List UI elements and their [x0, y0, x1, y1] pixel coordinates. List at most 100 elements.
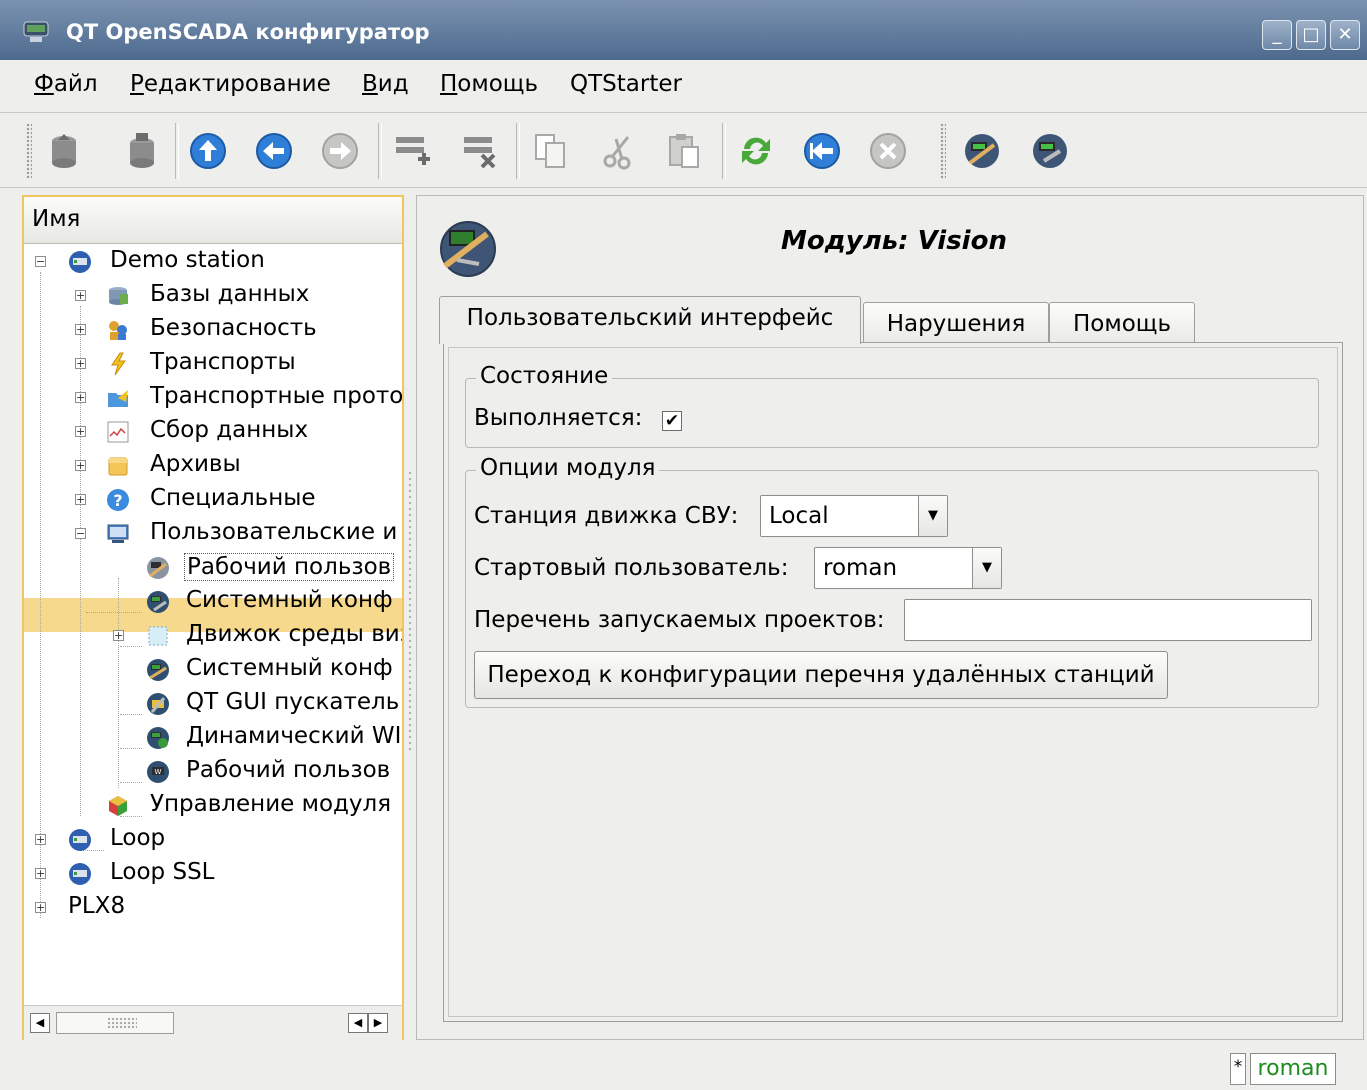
state-group-title: Состояние	[476, 363, 613, 389]
paste-icon[interactable]	[664, 131, 704, 171]
add-item-icon[interactable]	[392, 131, 432, 171]
vision-runtime-icon[interactable]	[962, 131, 1002, 171]
db-save-icon[interactable]	[122, 131, 162, 171]
transports-icon	[111, 352, 126, 376]
expand-toggle[interactable]: +	[35, 868, 46, 879]
running-checkbox[interactable]: ✔	[662, 411, 682, 431]
menu-file[interactable]: Файл	[34, 71, 98, 97]
scrollbar-thumb[interactable]	[56, 1012, 174, 1034]
tree-item-protocols[interactable]: + Транспортные прото	[24, 380, 402, 414]
tree-item-loop-ssl[interactable]: + Loop SSL	[24, 856, 402, 890]
tree-item-vca-engine[interactable]: + Движок среды виз	[24, 618, 402, 652]
start-icon[interactable]	[802, 131, 842, 171]
current-user[interactable]: roman	[1250, 1053, 1336, 1085]
expand-toggle[interactable]: +	[75, 290, 86, 301]
tree-item-dynamic-web[interactable]: Динамический WI	[24, 720, 402, 754]
tree-item-archives[interactable]: + Архивы	[24, 448, 402, 482]
tree-body[interactable]: − Demo station + Базы данных + Безопасно…	[24, 244, 402, 1004]
tree-item-transports[interactable]: + Транспорты	[24, 346, 402, 380]
tab-user-interface[interactable]: Пользовательский интерфейс	[439, 296, 861, 344]
expand-toggle[interactable]: +	[75, 324, 86, 335]
tree-item-label: Loop	[110, 825, 166, 851]
tab-help[interactable]: Помощь	[1049, 302, 1195, 344]
tree-item-web-user[interactable]: W Рабочий пользов	[24, 754, 402, 788]
menu-edit[interactable]: Редактирование	[130, 71, 331, 97]
start-user-select[interactable]: roman ▼	[814, 547, 1002, 589]
tree-item-qt-starter[interactable]: QT GUI пускатель	[24, 686, 402, 720]
vision-module-icon	[440, 221, 496, 277]
navigation-tree[interactable]: Имя − Demo station + Базы данных + Безоп…	[22, 195, 404, 1040]
expand-toggle[interactable]: +	[75, 392, 86, 403]
collapse-toggle[interactable]: −	[75, 528, 86, 539]
up-icon[interactable]	[188, 131, 228, 171]
minimize-button[interactable]: _	[1262, 20, 1292, 50]
horizontal-scrollbar[interactable]: ◀ ◀ ▶	[24, 1005, 402, 1040]
tree-item-label: Сбор данных	[150, 417, 309, 443]
refresh-icon[interactable]	[736, 131, 776, 171]
tree-item-daq[interactable]: + Сбор данных	[24, 414, 402, 448]
engine-station-select[interactable]: Local ▼	[760, 495, 948, 537]
tree-header[interactable]: Имя	[24, 197, 402, 244]
tree-item-label: QT GUI пускатель	[186, 689, 400, 715]
forward-icon[interactable]	[320, 131, 360, 171]
tree-item-label: Транспорты	[150, 349, 296, 375]
tree-item-label: Рабочий пользов	[186, 757, 391, 783]
vision-dev-icon[interactable]	[1030, 131, 1070, 171]
close-button[interactable]: ✕	[1330, 20, 1360, 50]
maximize-button[interactable]: □	[1296, 20, 1326, 50]
tree-item-modules-control[interactable]: Управление модуля	[24, 788, 402, 822]
menu-help[interactable]: Помощь	[440, 71, 538, 97]
tree-header-label: Имя	[32, 206, 81, 232]
chevron-down-icon[interactable]: ▼	[972, 548, 1001, 588]
toolbar	[0, 113, 1367, 188]
back-icon[interactable]	[254, 131, 294, 171]
tree-item-vision-selected[interactable]: Рабочий пользов	[24, 550, 402, 584]
tree-item-label: Базы данных	[150, 281, 310, 307]
qtstarter-icon	[147, 693, 169, 715]
toolbar-grip[interactable]	[26, 123, 32, 179]
expand-toggle[interactable]: +	[75, 494, 86, 505]
cut-icon[interactable]	[598, 131, 638, 171]
scroll-right-icon[interactable]: ▶	[368, 1013, 388, 1033]
tree-item-label: Динамический WI	[186, 723, 402, 749]
toolbar-grip[interactable]	[940, 123, 946, 179]
tab-violations[interactable]: Нарушения	[863, 302, 1049, 344]
start-user-label: Стартовый пользователь:	[474, 555, 789, 581]
tree-item-loop[interactable]: + Loop	[24, 822, 402, 856]
panel-splitter[interactable]	[407, 470, 413, 750]
tree-item-user-interfaces[interactable]: − Пользовательские и	[24, 516, 402, 550]
toolbar-separator	[722, 123, 726, 179]
expand-toggle[interactable]: +	[75, 460, 86, 471]
menu-view[interactable]: Вид	[362, 71, 409, 97]
tree-item-demo-station[interactable]: − Demo station	[24, 244, 402, 278]
expand-toggle[interactable]: +	[113, 630, 124, 641]
tree-item-special[interactable]: + ? Специальные	[24, 482, 402, 516]
expand-toggle[interactable]: +	[75, 358, 86, 369]
scroll-left-icon[interactable]: ◀	[30, 1013, 50, 1033]
tree-item-system-config-2[interactable]: Системный конф	[24, 652, 402, 686]
module-panel: Модуль: Vision Пользовательский интерфей…	[416, 195, 1364, 1040]
tree-item-system-config[interactable]: Системный конф	[24, 584, 402, 618]
tree-item-plx8[interactable]: + PLX8	[24, 890, 402, 924]
tree-item-security[interactable]: + Безопасность	[24, 312, 402, 346]
config-module-icon	[147, 659, 169, 681]
special-icon: ?	[107, 489, 129, 511]
db-load-icon[interactable]	[44, 131, 84, 171]
projects-input[interactable]	[904, 599, 1312, 641]
scroll-left-icon[interactable]: ◀	[348, 1013, 368, 1033]
delete-item-icon[interactable]	[460, 131, 500, 171]
expand-toggle[interactable]: +	[35, 902, 46, 913]
expand-toggle[interactable]: +	[35, 834, 46, 845]
collapse-toggle[interactable]: −	[35, 256, 46, 267]
remote-stations-button[interactable]: Переход к конфигурации перечня удалённых…	[474, 651, 1168, 699]
stop-icon[interactable]	[868, 131, 908, 171]
menu-qtstarter[interactable]: QTStarter	[570, 71, 682, 97]
tree-item-databases[interactable]: + Базы данных	[24, 278, 402, 312]
copy-icon[interactable]	[530, 131, 570, 171]
tree-item-label: Рабочий пользов	[184, 553, 395, 581]
expand-toggle[interactable]: +	[75, 426, 86, 437]
chevron-down-icon[interactable]: ▼	[918, 496, 947, 536]
status-bar: * roman	[0, 1046, 1367, 1090]
tree-item-label: Управление модуля	[150, 791, 392, 817]
modules-icon	[109, 796, 127, 816]
